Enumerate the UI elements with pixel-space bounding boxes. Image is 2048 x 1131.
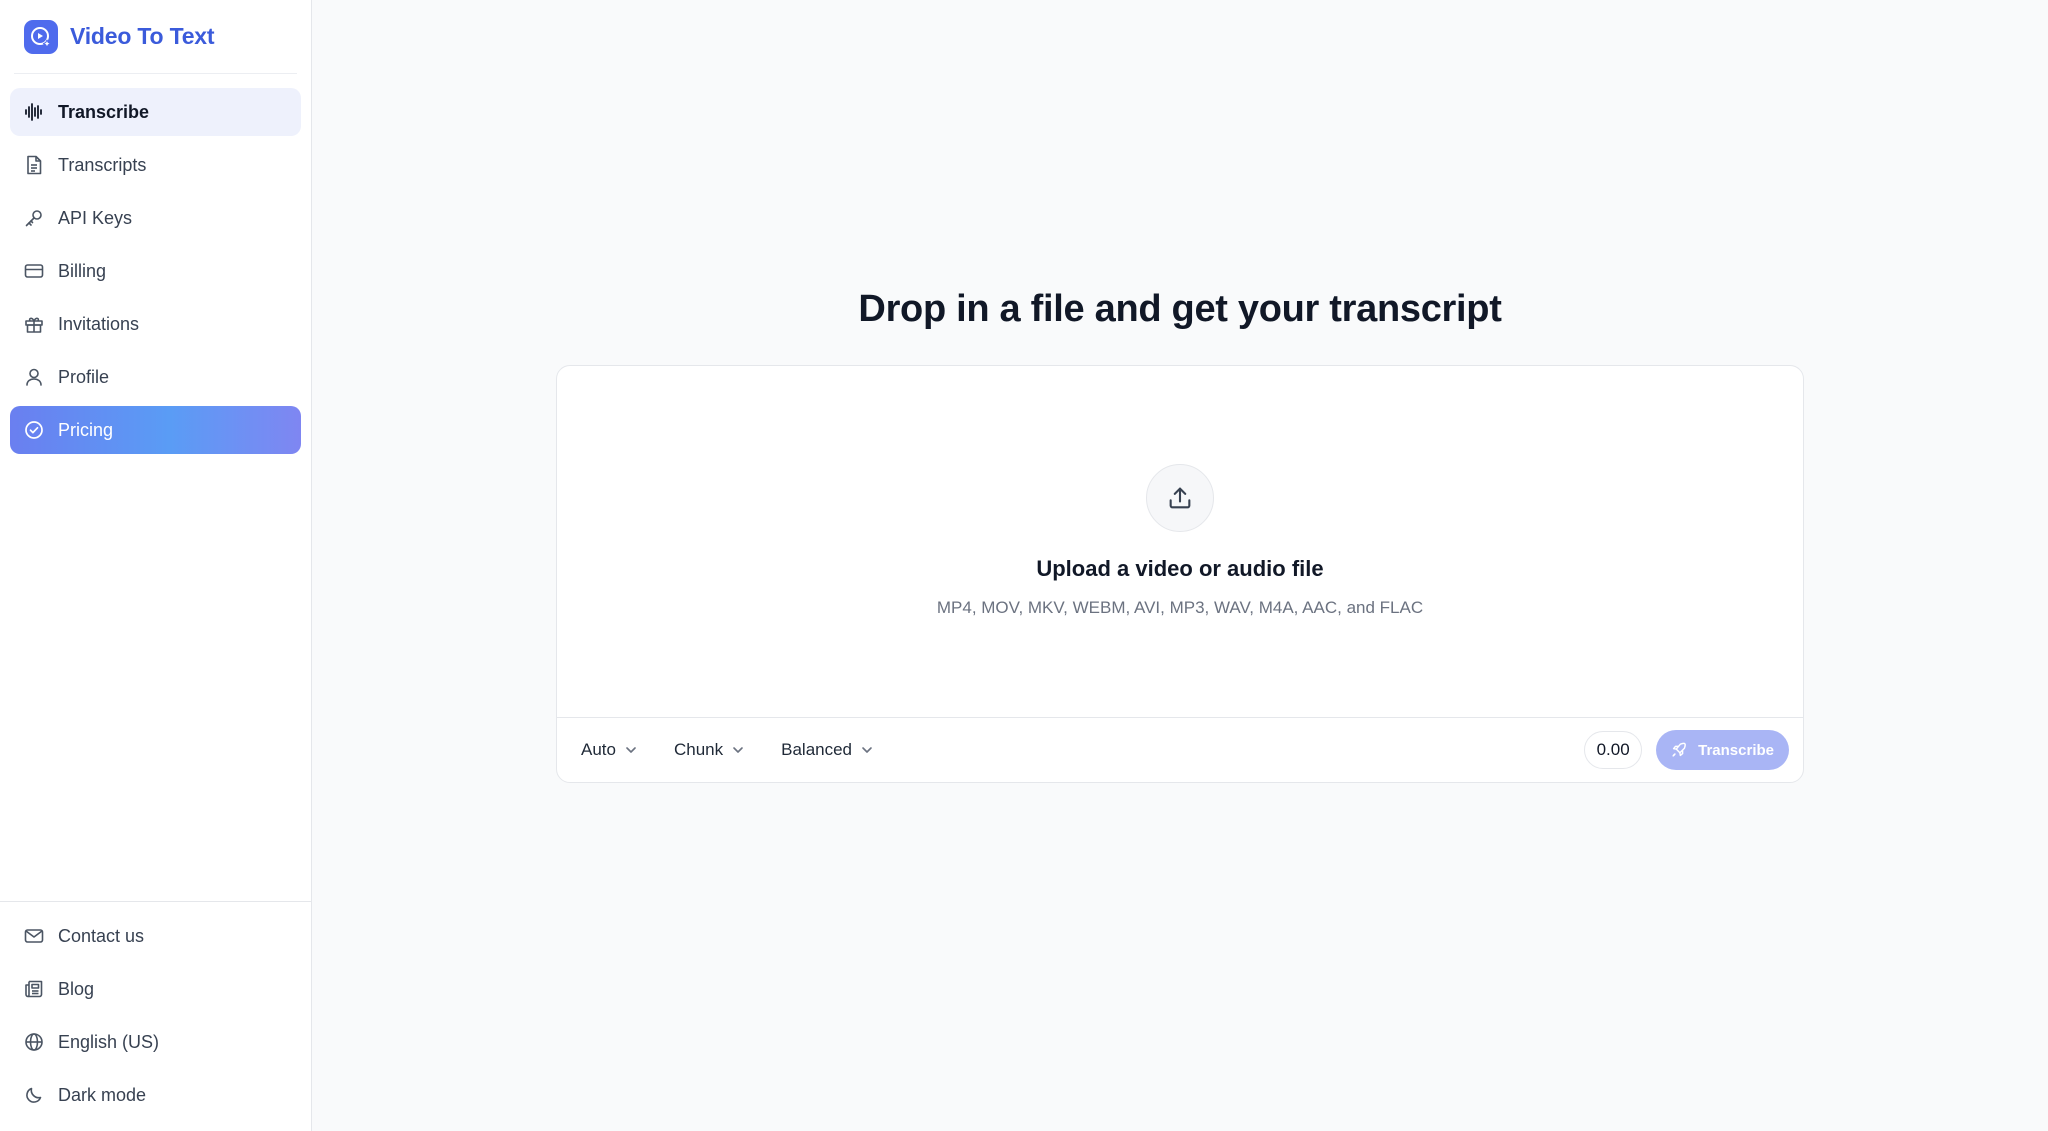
sidebar-item-pricing[interactable]: Pricing [10,406,301,454]
user-icon [24,367,44,387]
brand-name: Video To Text [70,23,215,49]
sidebar-item-label: Invitations [58,313,140,334]
sidebar-item-transcribe[interactable]: Transcribe [10,88,301,136]
quality-dropdown[interactable]: Balanced [781,740,874,760]
transcribe-toolbar: Auto Chunk Balanced 0.00 Transcribe [557,718,1803,782]
sidebar-item-label: Transcribe [58,101,150,122]
sidebar-item-label: Transcripts [58,154,147,175]
sidebar: Video To Text Transcribe Transcripts API… [0,0,312,1131]
transcribe-button-label: Transcribe [1698,741,1774,759]
mail-icon [24,926,44,946]
moon-icon [24,1085,44,1105]
sidebar-item-label: API Keys [58,207,133,228]
document-icon [24,155,44,175]
quality-dropdown-value: Balanced [781,740,853,759]
file-dropzone[interactable]: Upload a video or audio file MP4, MOV, M… [557,366,1803,718]
globe-icon [24,1032,44,1052]
main-content: Drop in a file and get your transcript U… [312,0,2048,1131]
cost-badge: 0.00 [1584,731,1643,769]
sidebar-bottom-nav: Contact us Blog English (US) Dark mode [0,901,311,1131]
audio-wave-icon [24,102,44,122]
sidebar-item-profile[interactable]: Profile [10,353,301,401]
sidebar-item-label: English (US) [58,1031,160,1052]
sidebar-item-label: Profile [58,366,110,387]
mode-dropdown-value: Chunk [673,740,724,759]
chevron-down-icon [860,743,874,757]
check-circle-icon [24,420,44,440]
sidebar-item-blog[interactable]: Blog [10,965,301,1013]
sidebar-item-dark-mode[interactable]: Dark mode [10,1071,301,1119]
upload-title: Upload a video or audio file [1036,556,1324,581]
upload-icon[interactable] [1146,464,1214,532]
sidebar-item-label: Contact us [58,925,145,946]
sidebar-item-invitations[interactable]: Invitations [10,300,301,348]
sidebar-item-label: Billing [58,260,107,281]
page-title: Drop in a file and get your transcript [858,288,1502,330]
sidebar-item-billing[interactable]: Billing [10,247,301,295]
brand[interactable]: Video To Text [14,0,297,74]
chevron-down-icon [731,743,745,757]
brand-logo-icon [24,19,58,54]
newspaper-icon [24,979,44,999]
sidebar-item-label: Blog [58,978,95,999]
sidebar-item-transcripts[interactable]: Transcripts [10,141,301,189]
sidebar-item-label: Dark mode [58,1084,147,1105]
sidebar-item-language[interactable]: English (US) [10,1018,301,1066]
transcribe-button[interactable]: Transcribe [1656,730,1789,770]
language-dropdown[interactable]: Auto [581,740,638,760]
app-root: Video To Text Transcribe Transcripts API… [0,0,2048,1131]
rocket-icon [1670,741,1688,759]
supported-formats: MP4, MOV, MKV, WEBM, AVI, MP3, WAV, M4A,… [936,598,1424,617]
gift-icon [24,314,44,334]
main-nav: Transcribe Transcripts API Keys Billing … [0,74,311,454]
credit-card-icon [24,261,44,281]
key-icon [24,208,44,228]
language-dropdown-value: Auto [581,740,616,759]
chevron-down-icon [624,743,638,757]
sidebar-item-api-keys[interactable]: API Keys [10,194,301,242]
sidebar-item-contact-us[interactable]: Contact us [10,912,301,960]
upload-card: Upload a video or audio file MP4, MOV, M… [556,365,1804,783]
sidebar-item-label: Pricing [58,419,114,440]
mode-dropdown[interactable]: Chunk [674,740,745,760]
